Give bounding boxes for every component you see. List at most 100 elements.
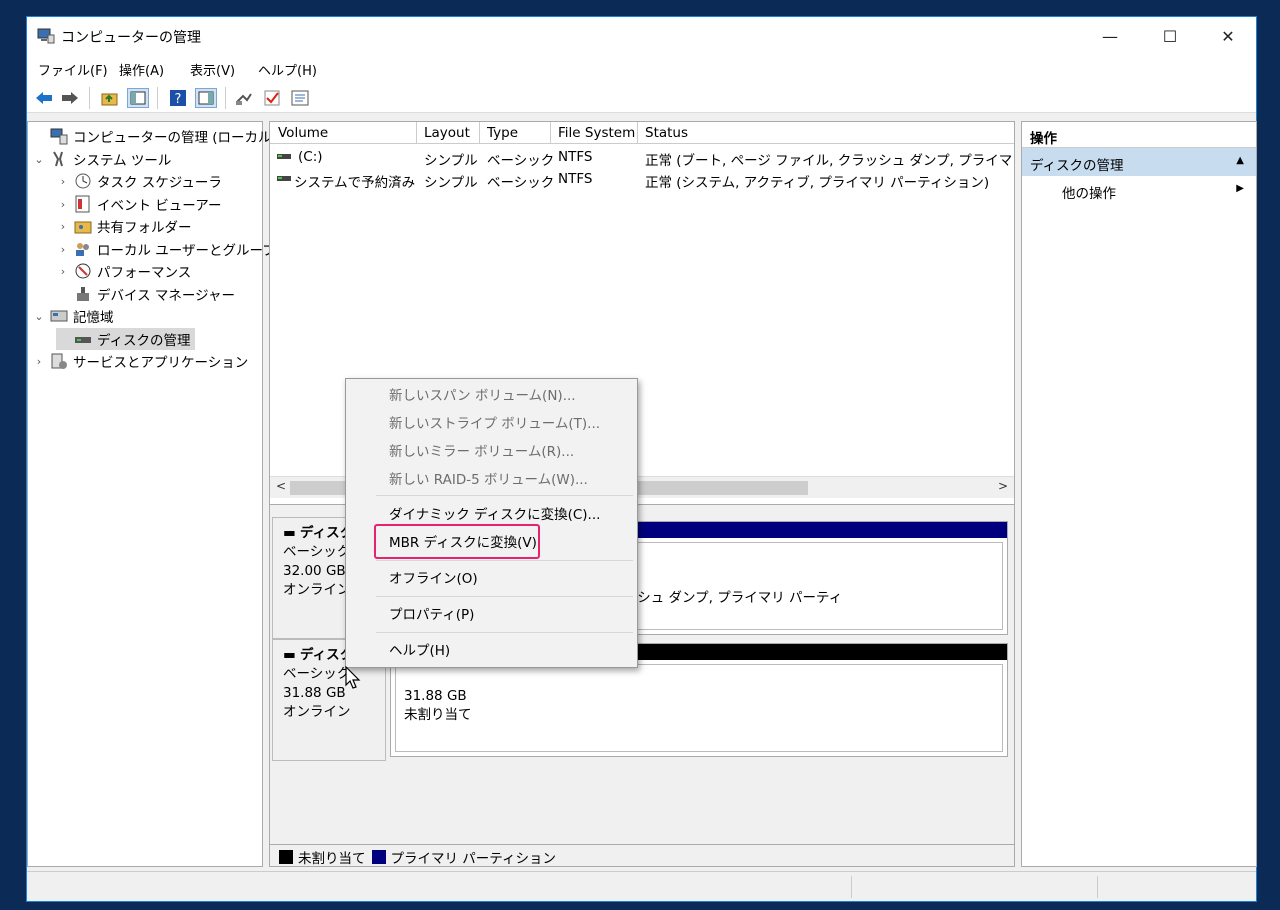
menu-new-mirrored-volume[interactable]: 新しいミラー ボリューム(R)... bbox=[347, 437, 636, 463]
tree-item-label: 記憶域 bbox=[73, 310, 114, 326]
show-hide-action-pane-button[interactable] bbox=[195, 88, 217, 108]
up-folder-button[interactable] bbox=[99, 88, 121, 108]
context-menu: 新しいスパン ボリューム(N)... 新しいストライプ ボリューム(T)... … bbox=[345, 378, 638, 668]
performance-icon bbox=[75, 263, 91, 279]
collapsed-chevron-icon[interactable]: › bbox=[56, 175, 70, 188]
expanded-chevron-icon[interactable]: ⌄ bbox=[32, 310, 46, 323]
tree-item-shared-folders[interactable]: › 共有フォルダー bbox=[56, 215, 192, 237]
legend-unallocated: 未割り当て bbox=[298, 850, 366, 867]
forward-button[interactable] bbox=[59, 88, 81, 108]
computer-management-icon bbox=[37, 28, 55, 44]
expanded-chevron-icon[interactable]: ⌄ bbox=[32, 153, 46, 166]
collapsed-chevron-icon[interactable]: › bbox=[56, 243, 70, 256]
actions-header: 操作 bbox=[1022, 122, 1256, 148]
tree-item-performance[interactable]: › パフォーマンス bbox=[56, 260, 191, 282]
menu-file[interactable]: ファイル(F) bbox=[38, 60, 108, 79]
tree-item-label: 共有フォルダー bbox=[97, 220, 192, 236]
more-actions-label: 他の操作 bbox=[1062, 186, 1116, 202]
column-layout[interactable]: Layout bbox=[424, 125, 470, 141]
volume-row[interactable]: (C:) シンプル ベーシック NTFS 正常 (ブート, ページ ファイル, … bbox=[270, 146, 1014, 169]
properties-list-icon bbox=[291, 90, 309, 106]
volume-row[interactable]: システムで予約済み シンプル ベーシック NTFS 正常 (システム, アクティ… bbox=[270, 168, 1014, 191]
column-status[interactable]: Status bbox=[645, 125, 688, 141]
tree-item-disk-management[interactable]: ディスクの管理 bbox=[56, 328, 195, 350]
tree-item-storage[interactable]: ⌄ 記憶域 bbox=[32, 305, 114, 327]
menu-view[interactable]: 表示(V) bbox=[190, 60, 235, 79]
volume-type: ベーシック bbox=[487, 175, 555, 191]
menu-offline[interactable]: オフライン(O) bbox=[347, 564, 636, 590]
tree-item-event-viewer[interactable]: › イベント ビューアー bbox=[56, 193, 221, 215]
actions-pane: 操作 ディスクの管理 ▲ 他の操作 ▶ bbox=[1021, 121, 1257, 867]
scroll-left-icon[interactable]: < bbox=[276, 479, 286, 493]
menu-new-raid5-volume[interactable]: 新しい RAID-5 ボリューム(W)... bbox=[347, 465, 636, 491]
minimize-button[interactable]: — bbox=[1081, 17, 1139, 55]
computer-management-window: コンピューターの管理 — ☐ ✕ ファイル(F) 操作(A) 表示(V) ヘルプ… bbox=[26, 16, 1257, 902]
highlight-box bbox=[374, 524, 540, 559]
svg-text:?: ? bbox=[175, 92, 182, 107]
collapsed-chevron-icon[interactable]: › bbox=[56, 265, 70, 278]
more-actions-item[interactable]: 他の操作 ▶ bbox=[1022, 176, 1256, 204]
tree-item-local-users[interactable]: › ローカル ユーザーとグループ bbox=[56, 238, 276, 260]
maximize-button[interactable]: ☐ bbox=[1141, 17, 1199, 55]
drive-icon bbox=[276, 171, 292, 187]
volume-layout: シンプル bbox=[424, 175, 478, 191]
collapsed-chevron-icon[interactable]: › bbox=[32, 355, 46, 368]
disk-icon: ▬ bbox=[283, 525, 301, 541]
event-viewer-icon bbox=[75, 195, 90, 213]
legend: 未割り当て プライマリ パーティション bbox=[270, 844, 1014, 867]
actions-section-label: ディスクの管理 bbox=[1030, 158, 1124, 174]
tree-item-services[interactable]: › サービスとアプリケーション bbox=[32, 350, 248, 372]
menu-new-striped-volume[interactable]: 新しいストライプ ボリューム(T)... bbox=[347, 409, 636, 435]
local-users-icon bbox=[76, 243, 89, 256]
connect-button[interactable] bbox=[233, 88, 255, 108]
collapsed-chevron-icon[interactable]: › bbox=[56, 220, 70, 233]
computer-management-icon bbox=[50, 128, 68, 145]
scroll-right-icon[interactable]: > bbox=[998, 479, 1008, 493]
window-title: コンピューターの管理 bbox=[61, 30, 201, 46]
show-hide-tree-button[interactable] bbox=[127, 88, 149, 108]
disk-management-icon bbox=[75, 337, 91, 343]
storage-icon bbox=[50, 310, 68, 322]
menu-action[interactable]: 操作(A) bbox=[119, 60, 164, 79]
tree-item-system-tools[interactable]: ⌄ システム ツール bbox=[32, 148, 171, 170]
column-file-system[interactable]: File System bbox=[558, 125, 635, 141]
menu-properties[interactable]: プロパティ(P) bbox=[347, 600, 636, 626]
title-bar[interactable]: コンピューターの管理 — ☐ ✕ bbox=[27, 17, 1256, 55]
properties-button[interactable] bbox=[289, 88, 311, 108]
status-bar bbox=[27, 871, 1256, 901]
partition-size: 31.88 GB bbox=[404, 688, 467, 704]
unallocated-swatch bbox=[279, 849, 293, 864]
menu-new-spanned-volume[interactable]: 新しいスパン ボリューム(N)... bbox=[347, 381, 636, 407]
tree-item-label: サービスとアプリケーション bbox=[73, 355, 249, 371]
mouse-cursor-icon bbox=[345, 666, 361, 689]
submenu-arrow-icon: ▶ bbox=[1236, 183, 1244, 194]
console-tree-icon bbox=[130, 91, 146, 105]
help-icon: ? bbox=[170, 90, 186, 107]
tree-item-device-manager[interactable]: デバイス マネージャー bbox=[56, 283, 235, 305]
collapse-up-icon[interactable]: ▲ bbox=[1236, 155, 1244, 166]
task-scheduler-icon bbox=[75, 173, 91, 189]
collapsed-chevron-icon[interactable]: › bbox=[56, 198, 70, 211]
legend-primary: プライマリ パーティション bbox=[390, 850, 556, 867]
menu-convert-to-dynamic[interactable]: ダイナミック ディスクに変換(C)... bbox=[347, 500, 636, 526]
menu-help[interactable]: ヘルプ(H) bbox=[258, 60, 317, 79]
volume-file-system: NTFS bbox=[558, 149, 593, 165]
column-volume[interactable]: Volume bbox=[278, 125, 328, 141]
check-button[interactable] bbox=[261, 88, 283, 108]
back-button[interactable] bbox=[33, 88, 55, 108]
menu-help[interactable]: ヘルプ(H) bbox=[347, 636, 636, 662]
connect-icon bbox=[236, 93, 252, 105]
tree-item-label: コンピューターの管理 (ローカル) bbox=[73, 130, 277, 146]
tree-item-task-scheduler[interactable]: › タスク スケジューラ bbox=[56, 170, 222, 192]
shared-folders-icon bbox=[74, 221, 92, 234]
services-icon bbox=[51, 353, 67, 369]
help-button[interactable]: ? bbox=[167, 88, 189, 108]
volume-name: (C:) bbox=[298, 149, 323, 165]
menu-bar: ファイル(F) 操作(A) 表示(V) ヘルプ(H) bbox=[27, 55, 1256, 81]
checkmark-icon bbox=[264, 90, 280, 106]
actions-section-disk-management[interactable]: ディスクの管理 ▲ bbox=[1022, 148, 1256, 176]
volume-list-header: Volume Layout Type File System Status bbox=[270, 122, 1014, 144]
column-type[interactable]: Type bbox=[487, 125, 518, 141]
close-button[interactable]: ✕ bbox=[1199, 17, 1257, 55]
tree-item-computer-management[interactable]: コンピューターの管理 (ローカル) bbox=[32, 125, 277, 147]
